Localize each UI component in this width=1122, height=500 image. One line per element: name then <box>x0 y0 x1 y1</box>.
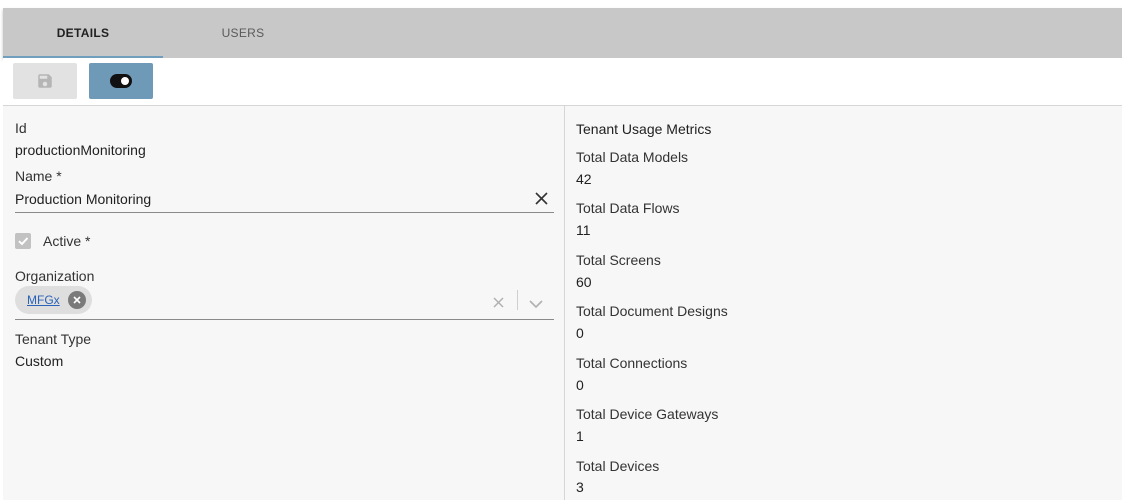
name-field[interactable]: Production Monitoring <box>15 191 151 207</box>
metrics-title: Tenant Usage Metrics <box>576 121 712 137</box>
metric-label-document-designs: Total Document Designs <box>576 303 728 319</box>
active-checkbox[interactable] <box>15 233 31 249</box>
clear-organization-button[interactable] <box>493 295 504 313</box>
usage-metrics-panel: Tenant Usage Metrics Total Data Models 4… <box>565 106 1122 500</box>
name-underline <box>15 212 554 213</box>
save-icon <box>38 74 52 88</box>
metric-label-device-gateways: Total Device Gateways <box>576 406 719 422</box>
id-label: Id <box>15 120 27 136</box>
metric-value-document-designs: 0 <box>576 325 584 341</box>
metric-label-data-flows: Total Data Flows <box>576 200 680 216</box>
organization-label: Organization <box>15 268 95 284</box>
toolbar <box>3 58 1122 106</box>
organization-underline <box>15 319 554 320</box>
clear-name-button[interactable] <box>535 192 548 210</box>
remove-icon <box>73 296 81 304</box>
tab-users[interactable]: USERS <box>163 8 323 58</box>
chevron-down-icon <box>529 300 543 309</box>
metric-value-data-models: 42 <box>576 171 592 187</box>
tab-users-label: USERS <box>221 26 265 40</box>
tab-details-label: DETAILS <box>56 26 110 40</box>
chip-remove-button[interactable] <box>68 291 86 309</box>
metric-label-screens: Total Screens <box>576 252 661 268</box>
metric-label-connections: Total Connections <box>576 355 688 371</box>
tenant-type-label: Tenant Type <box>15 331 92 347</box>
organization-chip-label[interactable]: MFGx <box>27 293 60 307</box>
separator <box>517 290 518 310</box>
name-label: Name * <box>15 168 62 184</box>
organization-chip[interactable]: MFGx <box>15 286 92 314</box>
metric-value-device-gateways: 1 <box>576 428 584 444</box>
metric-value-screens: 60 <box>576 274 592 290</box>
close-icon <box>535 192 548 205</box>
save-button[interactable] <box>13 63 77 99</box>
tenant-type-value: Custom <box>15 353 64 369</box>
close-icon <box>493 297 504 308</box>
details-form: Id productionMonitoring Name * Productio… <box>3 106 565 500</box>
metric-value-data-flows: 11 <box>576 222 591 238</box>
metric-label-devices: Total Devices <box>576 458 660 474</box>
metric-value-devices: 3 <box>576 479 584 495</box>
tab-bar: DETAILS USERS <box>3 8 1122 58</box>
metric-label-data-models: Total Data Models <box>576 149 689 165</box>
active-label: Active * <box>43 233 91 249</box>
id-value: productionMonitoring <box>15 142 146 158</box>
organization-dropdown-toggle[interactable] <box>529 296 543 314</box>
metric-value-connections: 0 <box>576 377 584 393</box>
toggle-button[interactable] <box>89 63 153 99</box>
tab-details[interactable]: DETAILS <box>3 8 163 58</box>
check-icon <box>18 237 29 246</box>
toggle-icon <box>110 74 132 88</box>
